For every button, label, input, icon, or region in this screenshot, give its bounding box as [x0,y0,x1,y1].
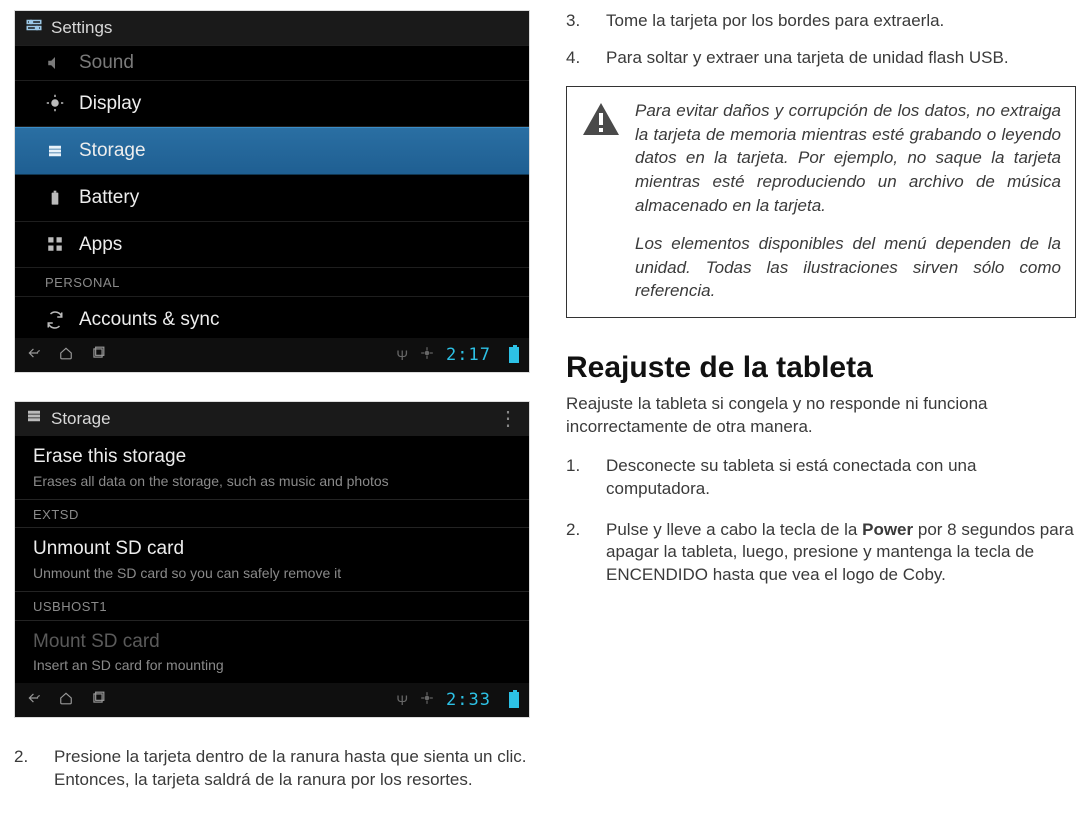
storage-item-subtitle: Unmount the SD card so you can safely re… [33,564,511,583]
settings-section-personal: PERSONAL [15,268,529,297]
storage-icon [25,407,43,432]
step-number: 1. [566,455,590,501]
settings-item-storage[interactable]: Storage [15,127,529,175]
battery-status-icon [509,692,519,708]
section-title-reset: Reajuste de la tableta [566,348,1076,389]
settings-item-apps[interactable]: Apps [15,222,529,269]
battery-status-icon [509,347,519,363]
settings-item-battery[interactable]: Battery [15,175,529,222]
storage-item-title: Unmount SD card [33,536,511,562]
settings-item-accounts[interactable]: Accounts & sync [15,297,529,339]
debug-tray-icon [420,691,434,710]
storage-header-title: Storage [51,408,111,431]
debug-tray-icon [420,346,434,365]
reset-steps-list: 1. Desconecte su tableta si está conecta… [566,455,1076,588]
storage-item-mount: Mount SD card Insert an SD card for moun… [15,621,529,684]
back-icon[interactable] [25,344,43,367]
instruction-step-3: 3. Tome la tarjeta por los bordes para e… [566,10,1076,33]
settings-item-label: Apps [79,232,122,258]
settings-item-label: Accounts & sync [79,307,219,333]
instruction-list-left: 2. Presione la tarjeta dentro de la ranu… [14,746,530,792]
settings-item-label: Display [79,91,141,117]
overflow-menu-icon[interactable]: ⋮ [498,406,519,433]
settings-screenshot: Settings Sound Display [14,10,530,373]
step-number: 4. [566,47,590,70]
settings-item-label: Storage [79,138,146,164]
step-number: 2. [566,519,590,588]
warning-paragraph-1: Para evitar daños y corrupción de los da… [635,99,1061,218]
warning-icon [581,101,621,218]
home-icon[interactable] [57,689,75,712]
storage-item-erase[interactable]: Erase this storage Erases all data on th… [15,436,529,500]
settings-header: Settings [15,11,529,45]
step-number: 3. [566,10,590,33]
reset-step-1: 1. Desconecte su tableta si está conecta… [566,455,1076,501]
instruction-step-2: 2. Presione la tarjeta dentro de la ranu… [14,746,530,792]
warning-box: Para evitar daños y corrupción de los da… [566,86,1076,318]
storage-item-unmount[interactable]: Unmount SD card Unmount the SD card so y… [15,528,529,592]
home-icon[interactable] [57,344,75,367]
settings-item-display[interactable]: Display [15,81,529,128]
storage-section-usbhost1: USBHOST1 [15,592,529,621]
storage-icon [45,141,65,161]
step-text: Tome la tarjeta por los bordes para extr… [606,10,944,33]
step-text: Desconecte su tableta si está conectada … [606,455,1076,501]
instruction-step-4: 4. Para soltar y extraer una tarjeta de … [566,47,1076,70]
storage-item-subtitle: Erases all data on the storage, such as … [33,472,511,491]
step-number: 2. [14,746,38,792]
usb-tray-icon: Ψ [396,346,408,365]
display-icon [45,93,65,113]
storage-screenshot: Storage ⋮ Erase this storage Erases all … [14,401,530,718]
settings-item-label: Sound [79,50,134,76]
warning-paragraph-2: Los elementos disponibles del menú depen… [635,232,1061,303]
back-icon[interactable] [25,689,43,712]
reset-step-2: 2. Pulse y lleve a cabo la tecla de la P… [566,519,1076,588]
settings-icon [25,16,43,41]
recents-icon[interactable] [89,344,107,367]
storage-section-extsd: EXTSD [15,500,529,529]
storage-item-title: Mount SD card [33,629,511,655]
step-text: Presione la tarjeta dentro de la ranura … [54,746,530,792]
sync-icon [45,310,65,330]
usb-tray-icon: Ψ [396,691,408,710]
settings-header-title: Settings [51,17,112,40]
sound-icon [45,53,65,73]
step-text: Para soltar y extraer una tarjeta de uni… [606,47,1009,70]
apps-icon [45,234,65,254]
nav-bar: Ψ 2:17 [15,338,529,372]
nav-bar: Ψ 2:33 [15,683,529,717]
storage-header: Storage ⋮ [15,402,529,436]
recents-icon[interactable] [89,689,107,712]
battery-icon [45,188,65,208]
status-clock: 2:33 [446,689,491,712]
instruction-list-right: 3. Tome la tarjeta por los bordes para e… [566,10,1076,70]
status-clock: 2:17 [446,344,491,367]
storage-item-title: Erase this storage [33,444,511,470]
settings-item-label: Battery [79,185,139,211]
section-intro-reset: Reajuste la tableta si congela y no resp… [566,393,1076,439]
step-text: Pulse y lleve a cabo la tecla de la Powe… [606,519,1076,588]
storage-item-subtitle: Insert an SD card for mounting [33,656,511,675]
settings-item-sound[interactable]: Sound [15,45,529,81]
